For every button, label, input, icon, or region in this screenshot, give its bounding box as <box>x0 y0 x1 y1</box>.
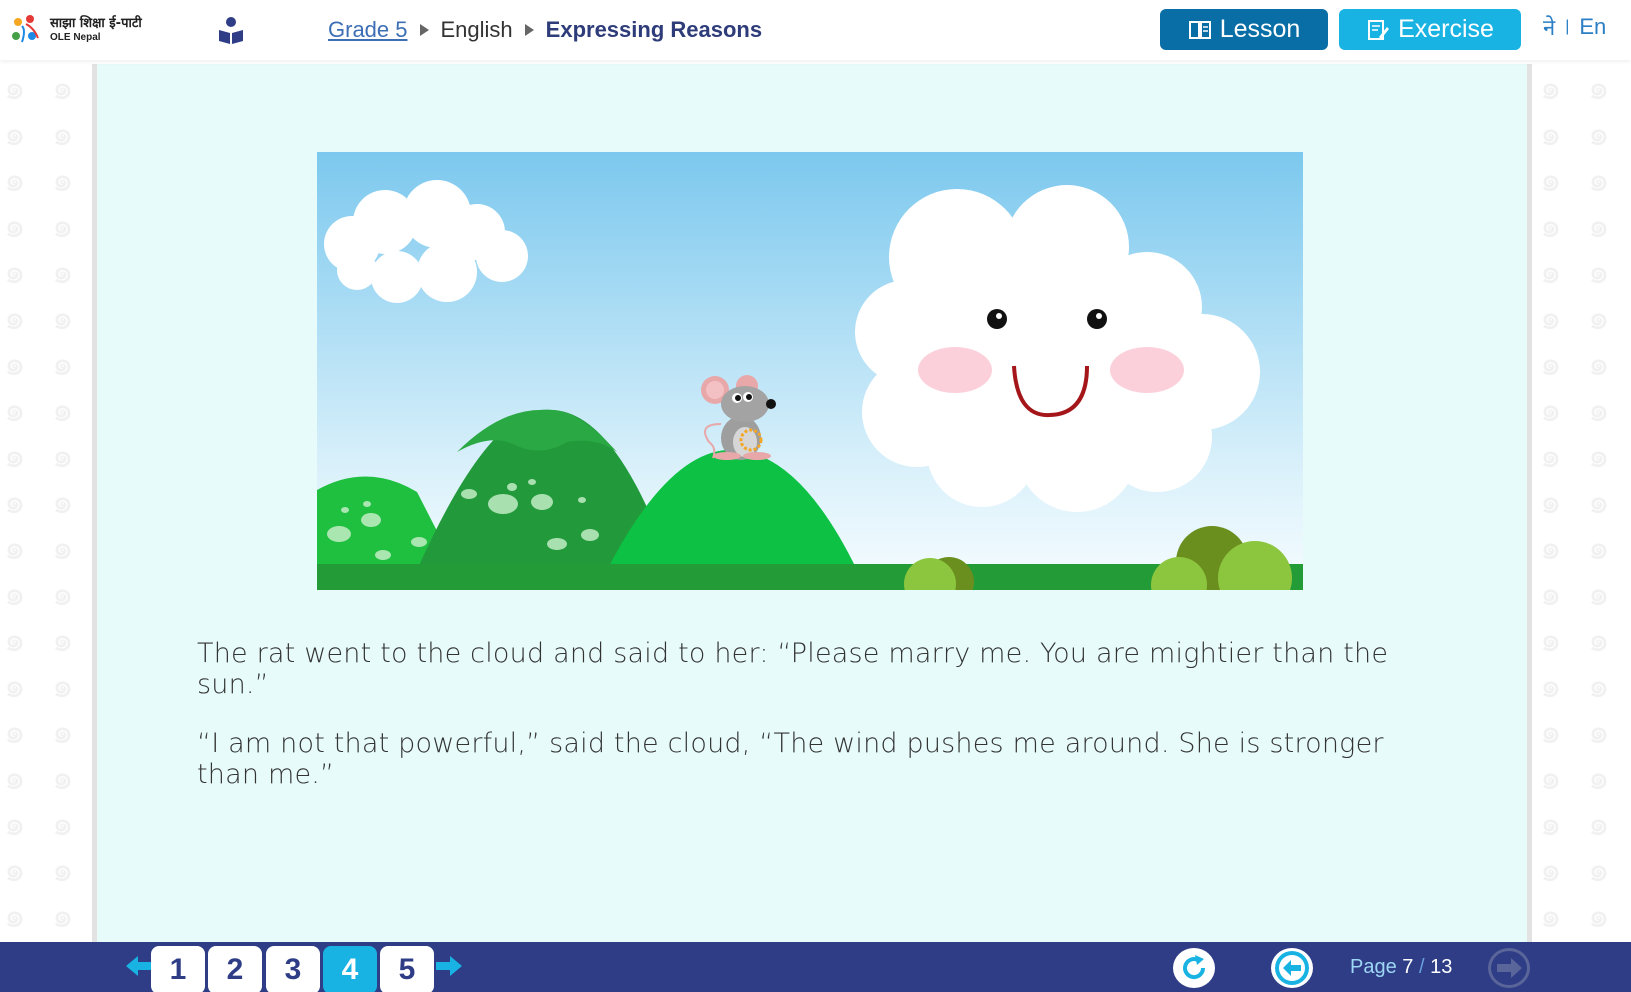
page-button-4[interactable]: 4 <box>323 946 377 992</box>
forward-circle-icon <box>1497 958 1522 978</box>
story-panel: The rat went to the cloud and said to he… <box>92 64 1532 942</box>
arrow-right-icon[interactable] <box>436 955 462 977</box>
breadcrumb-current-lesson: Expressing Reasons <box>545 17 763 42</box>
story-line-2: “I am not that powerful,” said the cloud… <box>197 728 1384 790</box>
lang-separator: | <box>1565 18 1570 35</box>
page-current: 7 <box>1402 956 1414 978</box>
page-total: 13 <box>1430 956 1453 978</box>
reload-button[interactable] <box>1173 948 1215 988</box>
pattern-swirl-icon: ๑ <box>1540 934 1562 942</box>
story-illustration <box>317 152 1303 590</box>
page-label: Page <box>1350 956 1397 978</box>
story-line-1: The rat went to the cloud and said to he… <box>197 638 1389 700</box>
exercise-button[interactable]: Exercise <box>1339 9 1521 50</box>
lang-nepali-link[interactable]: ने <box>1543 12 1555 42</box>
page-button-5[interactable]: 5 <box>380 946 434 992</box>
breadcrumb-caret-icon <box>419 24 429 36</box>
breadcrumb-caret-icon <box>524 24 534 36</box>
ole-nepal-logo[interactable]: साझा शिक्षा ई-पाटी OLE Nepal <box>8 12 142 48</box>
page-button-3[interactable]: 3 <box>266 946 320 992</box>
next-page-button[interactable] <box>1488 948 1530 988</box>
arrow-left-icon[interactable] <box>126 955 152 977</box>
pattern-swirl-icon: ๑ <box>1588 934 1610 942</box>
story-text: The rat went to the cloud and said to he… <box>197 638 1447 818</box>
exercise-button-label: Exercise <box>1398 15 1494 43</box>
page-indicator: Page 7 / 13 <box>1350 956 1452 979</box>
logo-mark-icon <box>12 15 39 43</box>
book-icon <box>1188 20 1211 39</box>
breadcrumb-grade-link[interactable]: Grade 5 <box>328 17 408 43</box>
pattern-swirl-icon: ๑ <box>52 934 74 942</box>
reader-icon[interactable] <box>218 16 244 44</box>
page-separator: / <box>1418 956 1425 978</box>
lang-english-link[interactable]: En <box>1579 14 1606 40</box>
pencil-notebook-icon <box>1368 19 1390 40</box>
previous-page-button[interactable] <box>1271 948 1313 988</box>
logo-text-nepali: साझा शिक्षा ई-पाटी <box>50 16 142 32</box>
footer-navigation: 1 2 3 4 5 Page 7 / 13 <box>0 942 1631 992</box>
logo-text-english: OLE Nepal <box>50 31 101 43</box>
pattern-swirl-icon: ๑ <box>4 934 26 942</box>
breadcrumb-subject: English <box>440 17 513 42</box>
page-button-1[interactable]: 1 <box>151 946 205 992</box>
back-circle-icon <box>1275 951 1309 985</box>
top-header: साझा शिक्षा ई-पाटी OLE Nepal Grade 5 Eng… <box>0 0 1631 60</box>
page-button-2[interactable]: 2 <box>208 946 262 992</box>
lesson-button-label: Lesson <box>1219 15 1301 43</box>
language-switcher: ने | En <box>1543 12 1606 42</box>
reload-icon <box>1183 955 1206 980</box>
lesson-button[interactable]: Lesson <box>1160 9 1328 50</box>
breadcrumb: Grade 5 English Expressing Reasons <box>328 16 762 44</box>
